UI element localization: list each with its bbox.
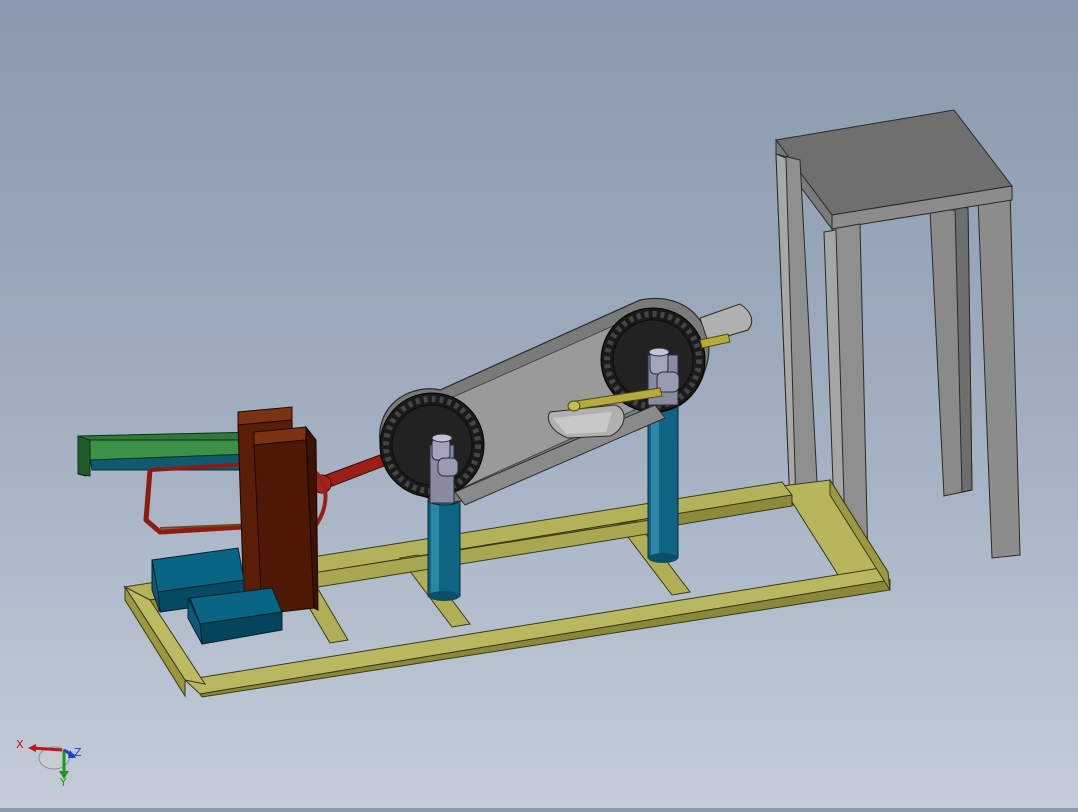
y-axis-label: Y [60, 776, 67, 789]
triad-graphic [28, 744, 76, 779]
x-axis-label: X [16, 738, 24, 751]
orientation-triad[interactable]: X Y Z [14, 734, 86, 790]
x-axis-arrow [31, 746, 63, 752]
cad-viewport[interactable] [0, 0, 1078, 808]
x-axis-arrowhead [28, 744, 36, 752]
right-column [647, 399, 679, 563]
z-axis-label: Z [74, 746, 82, 759]
brown-vise [237, 406, 319, 615]
left-column [427, 494, 461, 601]
red-linkage [310, 454, 385, 532]
assembly-model[interactable] [0, 0, 1078, 808]
